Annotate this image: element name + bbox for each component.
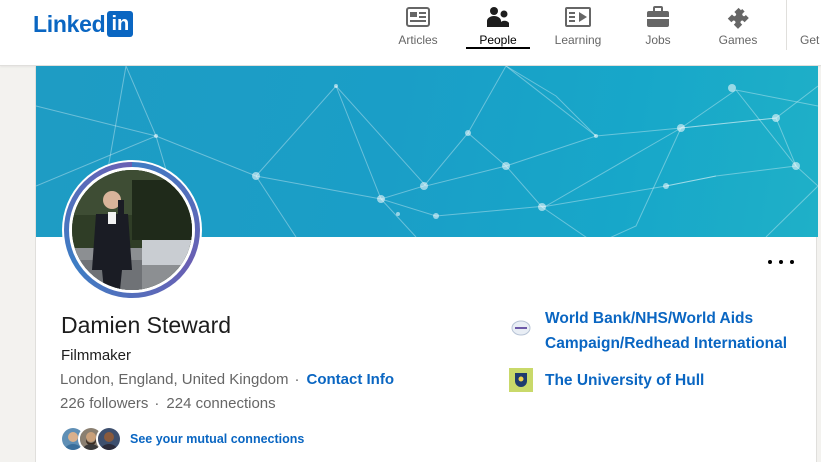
experience-item-education[interactable]: The University of Hull	[509, 368, 704, 393]
games-icon	[725, 5, 751, 29]
nav-games[interactable]: Games	[717, 0, 759, 50]
profile-name: Damien Steward	[61, 312, 232, 338]
organization-logo-icon	[509, 316, 533, 340]
people-icon	[485, 5, 511, 29]
more-dot	[768, 260, 772, 264]
top-nav-bar: Linked in Articles People Learning Jobs G…	[0, 0, 821, 66]
mutual-connections-link[interactable]: See your mutual connections	[130, 432, 304, 446]
more-dot	[790, 260, 794, 264]
nav-people-label: People	[479, 33, 517, 47]
nav-jobs-label: Jobs	[645, 33, 671, 47]
experience-company-name: World Bank/NHS/World Aids Campaign/Redhe…	[545, 306, 787, 356]
stats-row: 226 followers · 224 connections	[60, 395, 276, 412]
nav-people[interactable]: People	[478, 0, 518, 50]
location-row: London, England, United Kingdom · Contact …	[60, 371, 394, 388]
nav-articles-label: Articles	[398, 33, 438, 47]
nav-games-label: Games	[718, 33, 758, 47]
profile-headline: Filmmaker	[61, 347, 131, 364]
articles-icon	[405, 5, 431, 29]
company-name-line1: World Bank/NHS/World Aids	[545, 310, 754, 327]
more-actions-button[interactable]	[768, 252, 794, 272]
mutual-avatar	[96, 426, 122, 452]
linkedin-logo[interactable]: Linked in	[33, 10, 134, 37]
company-name-line2: Campaign/Redhead International	[545, 335, 788, 352]
contact-info-link[interactable]: Contact Info	[307, 371, 395, 388]
nav-learning-label: Learning	[554, 33, 602, 47]
profile-photo	[69, 167, 195, 293]
learning-icon	[565, 5, 591, 29]
nav-get[interactable]: Get	[800, 0, 821, 50]
nav-jobs[interactable]: Jobs	[643, 0, 673, 50]
logo-wordmark: Linked	[33, 10, 106, 37]
profile-location: London, England, United Kingdom	[60, 371, 289, 388]
separator-dot: ·	[294, 371, 300, 388]
connections-count: 224 connections	[166, 395, 276, 412]
university-logo-icon	[509, 368, 533, 392]
followers-count: 226 followers	[60, 395, 149, 412]
more-dot	[779, 260, 783, 264]
profile-card: Damien Steward Filmmaker London, England…	[35, 66, 818, 462]
active-tab-indicator	[466, 47, 530, 49]
logo-in-box: in	[107, 11, 134, 37]
jobs-icon	[645, 5, 671, 29]
mutual-connections[interactable]: See your mutual connections	[60, 424, 304, 454]
nav-get-label: Get	[800, 33, 820, 47]
profile-photo-frame[interactable]	[62, 160, 202, 300]
nav-divider	[786, 0, 787, 50]
school-name: The University of Hull	[545, 372, 705, 389]
experience-item-company[interactable]: World Bank/NHS/World Aids Campaign/Redhe…	[509, 306, 787, 356]
separator-dot: ·	[154, 395, 160, 412]
nav-learning[interactable]: Learning	[553, 0, 603, 50]
nav-articles[interactable]: Articles	[398, 0, 438, 50]
